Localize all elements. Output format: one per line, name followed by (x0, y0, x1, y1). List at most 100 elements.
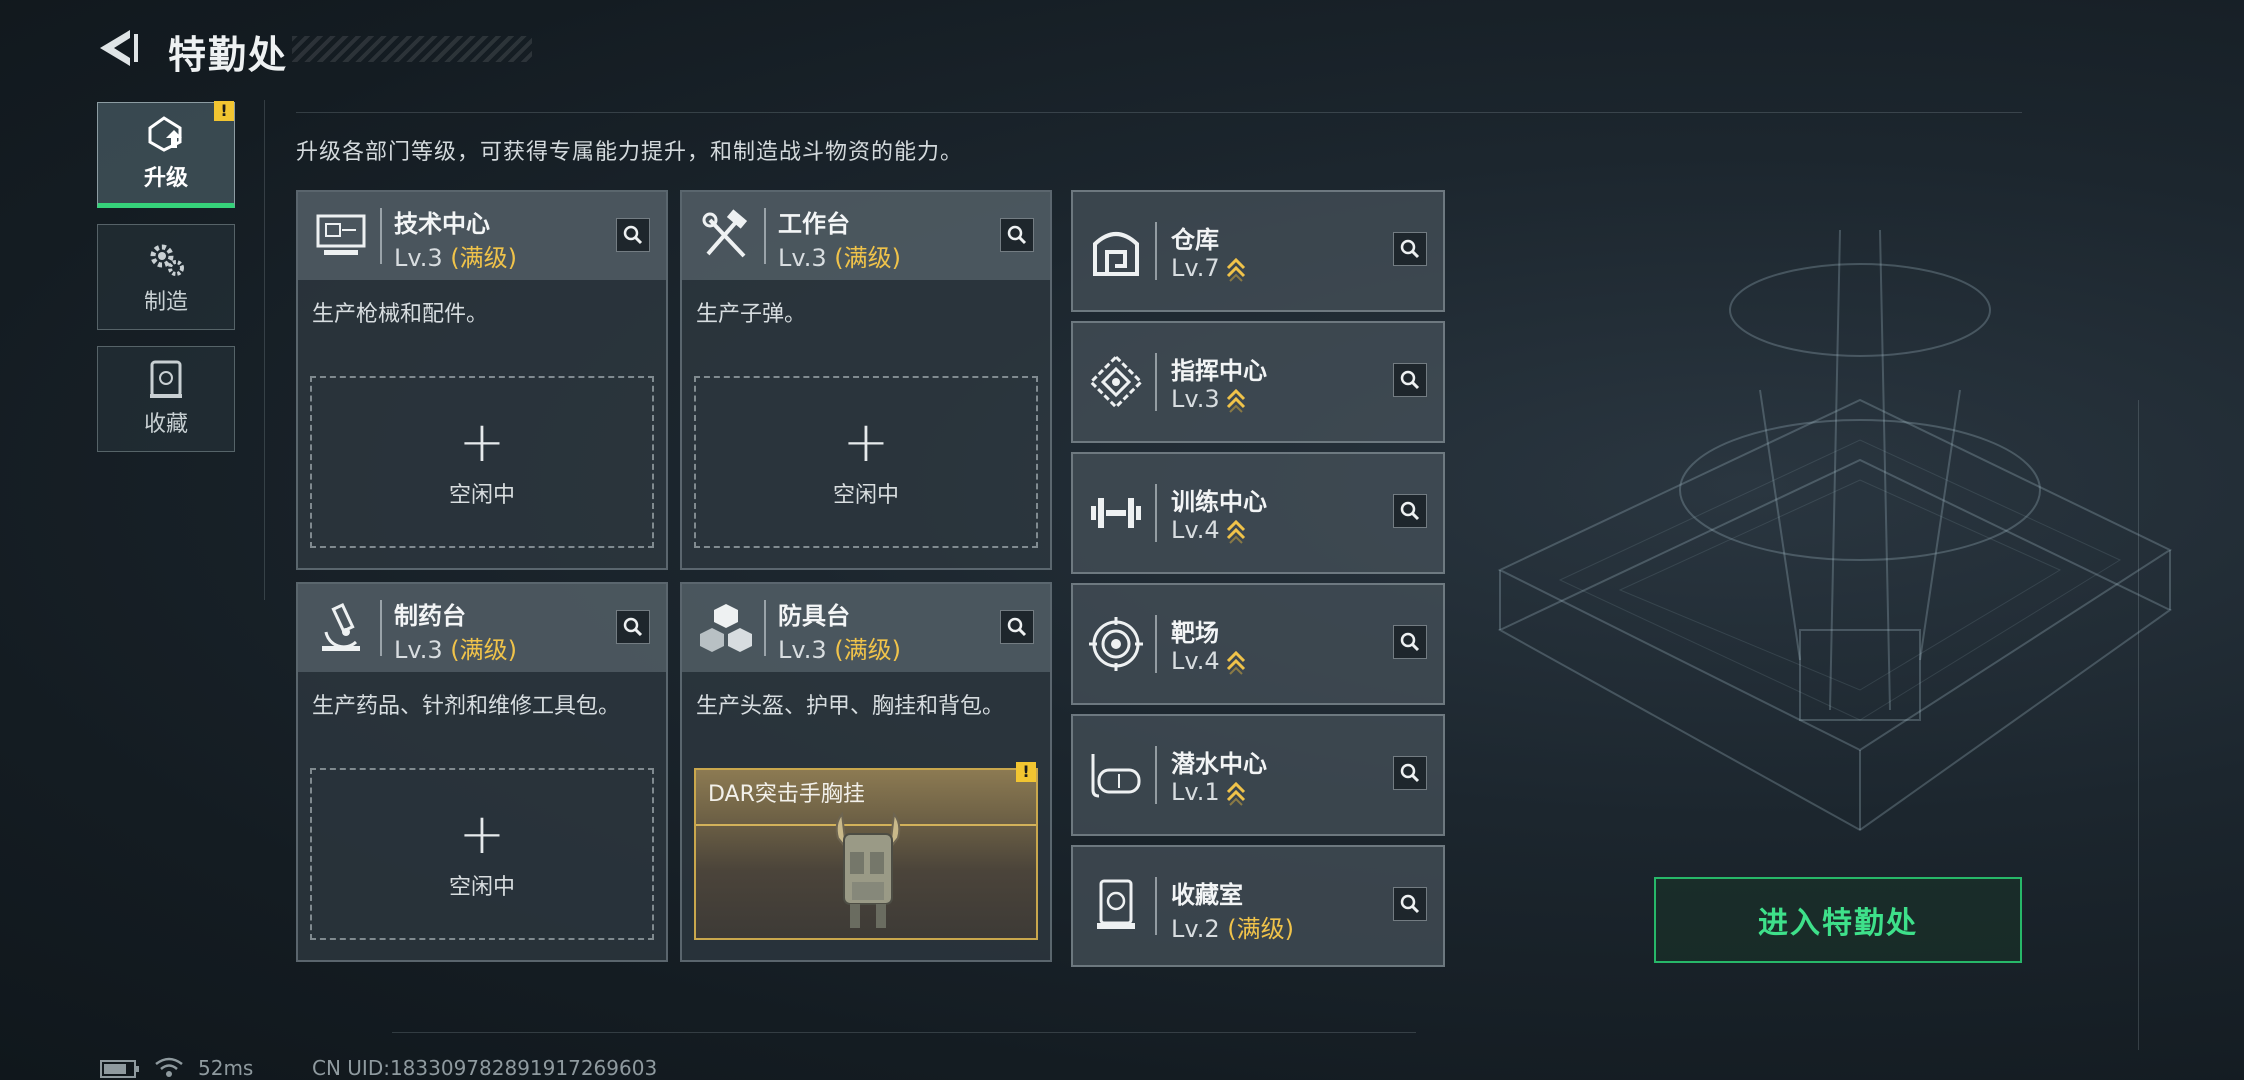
microscope-icon (322, 603, 360, 651)
department-name: 收藏室 (1171, 881, 1243, 909)
inspect-button[interactable] (1393, 887, 1427, 921)
divider (764, 208, 766, 264)
station-description: 生产药品、针剂和维修工具包。 (312, 694, 621, 719)
target-icon (1089, 617, 1143, 671)
search-icon (1400, 501, 1420, 521)
gears-icon (150, 244, 184, 276)
slot-status: 空闲中 (832, 483, 899, 508)
section-description: 升级各部门等级，可获得专属能力提升，和制造战斗物资的能力。 (296, 140, 964, 165)
divider (1155, 746, 1157, 804)
add-icon: + (842, 410, 890, 475)
search-icon (1400, 632, 1420, 652)
enter-headquarters-button[interactable]: 进入特勤处 (1654, 877, 2022, 963)
divider (764, 600, 766, 656)
upgrade-available-icon (1226, 257, 1245, 282)
station-card-armor-bench[interactable]: 防具台 Lv.3 (满级) 生产头盔、护甲、胸挂和背包。 DAR突击手胸挂 ! (680, 582, 1052, 962)
department-name: 指挥中心 (1171, 357, 1267, 385)
page-title: 特勤处 (168, 33, 289, 77)
warning-badge: ! (214, 101, 234, 121)
nav-tab-craft[interactable]: 制造 (97, 224, 235, 330)
department-name: 潜水中心 (1171, 750, 1267, 778)
back-arrow-icon[interactable] (96, 26, 140, 70)
warning-badge: ! (1016, 762, 1036, 782)
search-icon (623, 617, 643, 637)
crafting-item-slot[interactable]: DAR突击手胸挂 (694, 768, 1038, 940)
station-level: Lv.3 (满级) (778, 636, 901, 664)
collection-icon (150, 360, 182, 398)
search-icon (1400, 763, 1420, 783)
add-icon: + (458, 802, 506, 867)
idle-slot[interactable]: + 空闲中 (694, 376, 1038, 548)
inspect-button[interactable] (616, 610, 650, 644)
station-level: Lv.3 (满级) (394, 244, 517, 272)
divider (1155, 615, 1157, 673)
card-header: 技术中心 Lv.3 (满级) (298, 192, 666, 280)
inspect-button[interactable] (1000, 218, 1034, 252)
divider (1155, 484, 1157, 542)
card-header: 工作台 Lv.3 (满级) (682, 192, 1050, 280)
department-level: Lv.3 (1171, 385, 1246, 413)
inspect-button[interactable] (1393, 756, 1427, 790)
station-name: 工作台 (778, 210, 850, 238)
command-center-icon (1088, 354, 1144, 410)
divider (1155, 877, 1157, 935)
upgrade-available-icon (1226, 781, 1245, 806)
station-description: 生产头盔、护甲、胸挂和背包。 (696, 694, 1005, 719)
inspect-button[interactable] (1393, 232, 1427, 266)
nav-tab-collection[interactable]: 收藏 (97, 346, 235, 452)
department-name: 靶场 (1171, 619, 1219, 647)
department-row-collection-room[interactable]: 收藏室 Lv.2 (满级) (1071, 845, 1445, 967)
inspect-button[interactable] (616, 218, 650, 252)
idle-slot[interactable]: + 空闲中 (310, 768, 654, 940)
wifi-icon (155, 1057, 183, 1077)
department-row-command-center[interactable]: 指挥中心 Lv.3 (1071, 321, 1445, 443)
department-level: Lv.4 (1171, 647, 1246, 675)
department-name: 训练中心 (1171, 488, 1267, 516)
department-row-training-center[interactable]: 训练中心 Lv.4 (1071, 452, 1445, 574)
slot-status: 空闲中 (448, 483, 515, 508)
armor-cubes-icon (700, 604, 752, 652)
search-icon (1400, 370, 1420, 390)
upgrade-icon (148, 116, 182, 152)
station-name: 制药台 (394, 602, 466, 630)
chest-rig-image (835, 811, 901, 928)
card-header: 制药台 Lv.3 (满级) (298, 584, 666, 672)
station-card-pharmacy[interactable]: 制药台 Lv.3 (满级) 生产药品、针剂和维修工具包。 + 空闲中 (296, 582, 668, 962)
slot-status: 空闲中 (448, 875, 515, 900)
divider (380, 208, 382, 264)
station-level: Lv.3 (满级) (394, 636, 517, 664)
divider-line (392, 1032, 1416, 1033)
search-icon (1400, 894, 1420, 914)
inspect-button[interactable] (1393, 494, 1427, 528)
station-card-tech-center[interactable]: 技术中心 Lv.3 (满级) 生产枪械和配件。 + 空闲中 (296, 190, 668, 570)
divider-line (264, 100, 265, 600)
station-name: 防具台 (778, 602, 850, 630)
department-level: Lv.1 (1171, 778, 1246, 806)
department-row-diving-center[interactable]: 潜水中心 Lv.1 (1071, 714, 1445, 836)
nav-label: 制造 (143, 290, 188, 315)
inspect-button[interactable] (1393, 363, 1427, 397)
nav-label: 收藏 (143, 412, 188, 437)
divider-line (296, 112, 2022, 113)
station-card-workbench[interactable]: 工作台 Lv.3 (满级) 生产子弹。 + 空闲中 (680, 190, 1052, 570)
department-row-warehouse[interactable]: 仓库 Lv.7 (1071, 190, 1445, 312)
title-decoration (292, 36, 532, 62)
battery-icon (100, 1060, 139, 1078)
station-description: 生产枪械和配件。 (312, 302, 489, 327)
department-level: Lv.2 (满级) (1171, 915, 1294, 943)
dumbbell-icon (1091, 498, 1141, 528)
upgrade-available-icon (1226, 388, 1245, 413)
computer-icon (316, 214, 366, 255)
department-level: Lv.4 (1171, 516, 1246, 544)
inspect-button[interactable] (1000, 610, 1034, 644)
nav-label: 升级 (143, 166, 188, 191)
inspect-button[interactable] (1393, 625, 1427, 659)
idle-slot[interactable]: + 空闲中 (310, 376, 654, 548)
card-header: 防具台 Lv.3 (满级) (682, 584, 1050, 672)
item-name: DAR突击手胸挂 (708, 782, 865, 807)
search-icon (1400, 239, 1420, 259)
department-row-shooting-range[interactable]: 靶场 Lv.4 (1071, 583, 1445, 705)
headquarters-blueprint-image (1497, 229, 2173, 832)
search-icon (1007, 617, 1027, 637)
diving-mask-icon (1091, 754, 1141, 798)
